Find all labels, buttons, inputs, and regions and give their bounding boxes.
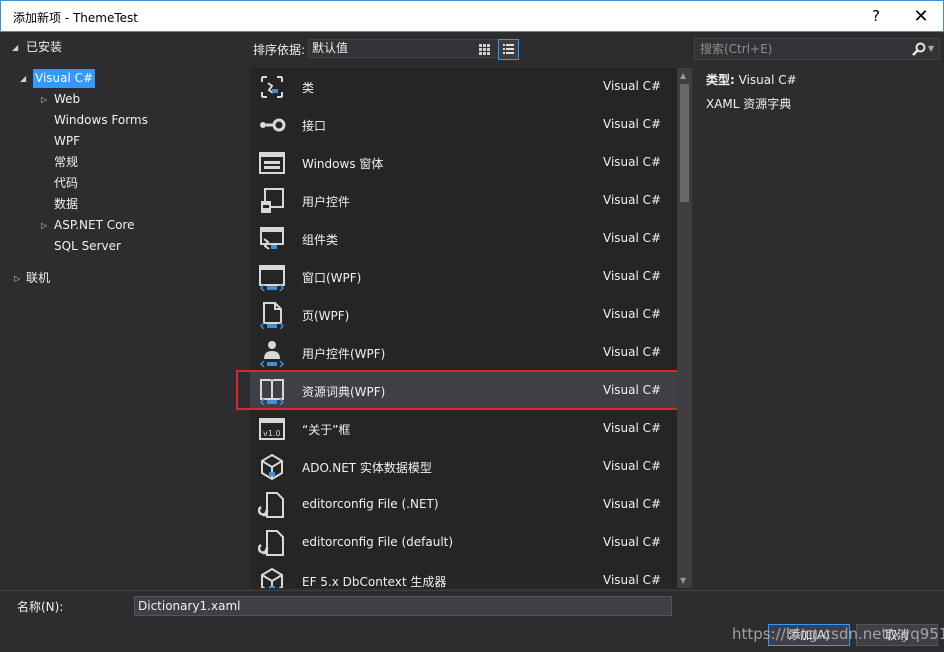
tree-item-general[interactable]: 常规	[54, 153, 78, 172]
grid-view-button[interactable]	[474, 39, 495, 60]
component-class-icon	[258, 225, 286, 253]
template-list-scrollbar[interactable]: ▲ ▼	[677, 68, 692, 588]
title-bar: 添加新项 - ThemeTest ? ✕	[0, 0, 944, 32]
scroll-down-icon[interactable]: ▼	[680, 576, 686, 585]
list-item[interactable]: Windows 窗体 Visual C#	[250, 144, 677, 182]
tree-item-sql-server[interactable]: SQL Server	[54, 237, 121, 256]
search-input[interactable]	[695, 39, 907, 59]
help-button[interactable]: ?	[853, 1, 899, 32]
wpf-window-icon	[258, 263, 286, 291]
tree-item-code[interactable]: 代码	[54, 174, 78, 193]
tree-item-wpf[interactable]: WPF	[54, 132, 80, 151]
tree-item-web[interactable]: Web	[54, 90, 80, 109]
chevron-down-icon[interactable]: ▼	[928, 40, 934, 58]
scroll-up-icon[interactable]: ▲	[680, 71, 686, 80]
resource-dictionary-icon	[258, 377, 286, 405]
list-item[interactable]: 页(WPF) Visual C#	[250, 296, 677, 334]
type-value: Visual C#	[739, 73, 797, 87]
dbcontext-generator-icon	[258, 567, 286, 588]
scroll-thumb[interactable]	[680, 84, 689, 202]
tree-item-installed[interactable]: 已安装	[26, 38, 62, 57]
list-view-icon	[499, 40, 518, 59]
list-item[interactable]: 用户控件 Visual C#	[250, 182, 677, 220]
watermark: https://blog.csdn.net/xyq9511	[732, 625, 944, 643]
user-control-icon	[258, 187, 286, 215]
sort-label: 排序依据:	[253, 41, 305, 58]
list-item-selected[interactable]: 资源词典(WPF) Visual C#	[250, 372, 677, 410]
collapse-arrow-icon[interactable]: ◢	[20, 69, 26, 88]
template-list: 类 Visual C# 接口 Visual C# Windows 窗体 Visu…	[250, 68, 677, 588]
about-box-icon: v1.0	[258, 415, 286, 443]
tree-item-aspnet-core[interactable]: ASP.NET Core	[54, 216, 134, 235]
search-box: ▼	[694, 38, 940, 60]
list-item[interactable]: editorconfig File (default) Visual C#	[250, 524, 677, 562]
wpf-page-icon	[258, 301, 286, 329]
class-icon	[258, 73, 286, 101]
collapse-arrow-icon[interactable]: ◢	[12, 38, 18, 57]
windows-form-icon	[258, 149, 286, 177]
description: XAML 资源字典	[706, 96, 936, 120]
list-item[interactable]: 用户控件(WPF) Visual C#	[250, 334, 677, 372]
list-item[interactable]: 类 Visual C#	[250, 68, 677, 106]
type-row: 类型: Visual C#	[706, 72, 936, 96]
name-label: 名称(N):	[17, 598, 63, 615]
expand-arrow-icon[interactable]: ▷	[14, 269, 20, 288]
tree-item-windows-forms[interactable]: Windows Forms	[54, 111, 148, 130]
ado-net-model-icon	[258, 453, 286, 481]
list-item[interactable]: ADO.NET 实体数据模型 Visual C#	[250, 448, 677, 486]
details-pane: 类型: Visual C# XAML 资源字典	[706, 72, 936, 120]
search-icon[interactable]	[911, 41, 927, 57]
editorconfig-icon	[258, 491, 286, 519]
grid-view-icon	[474, 39, 495, 60]
sort-toolbar: 排序依据: 默认值 ▼	[250, 36, 690, 62]
tree-item-online[interactable]: 联机	[26, 269, 50, 288]
tree-item-visual-csharp[interactable]: Visual C#	[33, 69, 95, 88]
window-title: 添加新项 - ThemeTest	[13, 9, 138, 26]
interface-icon	[258, 111, 286, 139]
expand-arrow-icon[interactable]: ▷	[41, 216, 47, 235]
editorconfig-icon	[258, 529, 286, 557]
list-item[interactable]: 组件类 Visual C#	[250, 220, 677, 258]
close-button[interactable]: ✕	[898, 1, 944, 32]
sort-value: 默认值	[312, 41, 348, 55]
svg-text:v1.0: v1.0	[263, 429, 280, 438]
list-item[interactable]: 接口 Visual C#	[250, 106, 677, 144]
list-item[interactable]: editorconfig File (.NET) Visual C#	[250, 486, 677, 524]
category-tree: ◢ 已安装 ◢ Visual C# ▷ Web Windows Forms WP…	[6, 32, 248, 588]
list-view-button[interactable]	[498, 39, 519, 60]
wpf-user-control-icon	[258, 339, 286, 367]
list-item[interactable]: EF 5.x DbContext 生成器 Visual C#	[250, 562, 677, 588]
expand-arrow-icon[interactable]: ▷	[41, 90, 47, 109]
type-label: 类型:	[706, 73, 735, 87]
list-item[interactable]: v1.0 “关于”框 Visual C#	[250, 410, 677, 448]
tree-item-data[interactable]: 数据	[54, 195, 78, 214]
bottom-bar: 名称(N): 添加(A) 取消 https://blog.csdn.net/xy…	[0, 590, 944, 652]
name-input[interactable]	[134, 596, 672, 616]
list-item[interactable]: 窗口(WPF) Visual C#	[250, 258, 677, 296]
